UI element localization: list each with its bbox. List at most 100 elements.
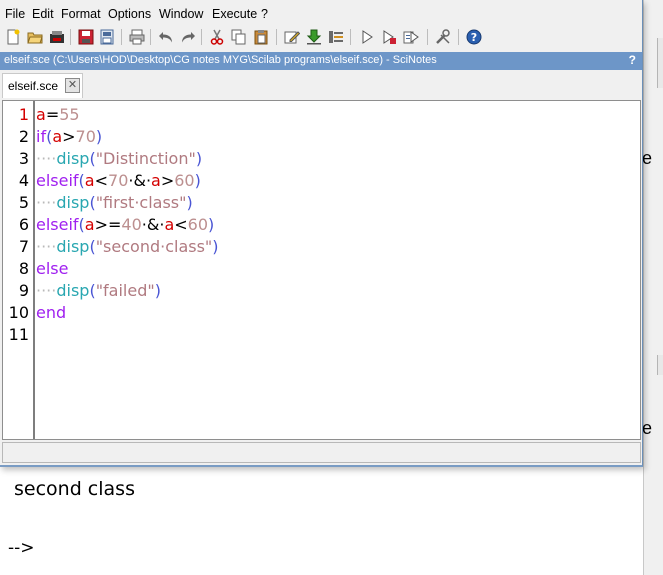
scinotes-window: File Edit Format Options Window Execute …	[0, 0, 643, 467]
code-token: 60	[187, 215, 209, 234]
window-title: elseif.sce (C:\Users\HOD\Desktop\CG note…	[4, 54, 437, 66]
code-token: )	[208, 215, 215, 234]
menu-bar: File Edit Format Options Window Execute …	[0, 5, 642, 25]
code-token: ·&·	[128, 171, 152, 190]
code-token: disp	[56, 281, 90, 300]
menu-execute[interactable]: Execute	[212, 7, 257, 21]
settings-icon[interactable]	[434, 28, 452, 46]
code-token: a	[36, 105, 46, 124]
code-token: 40	[121, 215, 142, 234]
new-file-icon[interactable]	[4, 28, 22, 46]
code-token: "first·class"	[95, 193, 187, 212]
code-token: disp	[56, 237, 90, 256]
code-line: if(a>70)	[36, 127, 102, 146]
execute-file-icon[interactable]	[380, 28, 398, 46]
toolbar-separator	[350, 29, 351, 45]
execute-until-icon[interactable]	[402, 28, 420, 46]
code-line: elseif(a<70·&·a>60)	[36, 171, 201, 190]
code-token: else	[36, 259, 69, 278]
cut-icon[interactable]	[208, 28, 226, 46]
save-as-icon[interactable]	[99, 28, 117, 46]
code-token: )	[212, 237, 219, 256]
indent-icon[interactable]	[327, 28, 345, 46]
code-token: ····	[36, 193, 57, 212]
tab-close-icon[interactable]: ✕	[65, 78, 80, 93]
code-token: a	[151, 171, 161, 190]
line-number: 2	[18, 127, 29, 146]
line-number: 9	[18, 281, 29, 300]
code-token: ·&·	[141, 215, 165, 234]
console-output-line: second class	[14, 478, 135, 500]
menu-edit[interactable]: Edit	[32, 7, 54, 21]
code-token: disp	[56, 149, 90, 168]
toolbar-separator	[458, 29, 459, 45]
code-token: "Distinction"	[95, 149, 196, 168]
menu-window[interactable]: Window	[159, 7, 203, 21]
paste-icon[interactable]	[252, 28, 270, 46]
line-number: 6	[18, 215, 29, 234]
code-line: end	[36, 303, 66, 322]
line-number: 7	[18, 237, 29, 256]
code-token: <	[174, 215, 188, 234]
console-partial-text: e	[642, 418, 653, 438]
window-titlebar[interactable]: elseif.sce (C:\Users\HOD\Desktop\CG note…	[0, 52, 642, 70]
menu-format[interactable]: Format	[61, 7, 101, 21]
line-number: 3	[18, 149, 29, 168]
code-token: >	[160, 171, 175, 190]
code-token: elseif	[36, 171, 79, 190]
code-line: ····disp("failed")	[36, 281, 161, 300]
toolbar-separator	[150, 29, 151, 45]
open-recent-icon[interactable]	[48, 28, 66, 46]
code-token: )	[154, 281, 161, 300]
console-prompt[interactable]: -->	[8, 538, 35, 558]
line-number: 4	[18, 171, 29, 190]
tab-elseif-sce[interactable]: elseif.sce ✕	[2, 73, 83, 98]
code-token: 55	[59, 105, 80, 124]
code-token: disp	[56, 193, 90, 212]
help-icon[interactable]: ?	[465, 28, 483, 46]
print-icon[interactable]	[128, 28, 146, 46]
code-token: <	[94, 171, 109, 190]
redo-icon[interactable]	[179, 28, 197, 46]
line-number: 5	[18, 193, 29, 212]
code-token: 70	[108, 171, 129, 190]
code-token: ····	[36, 281, 57, 300]
code-token: elseif	[36, 215, 79, 234]
code-token: >	[62, 127, 76, 146]
menu-file[interactable]: File	[5, 7, 25, 21]
svg-text:?: ?	[471, 31, 477, 44]
menu-options[interactable]: Options	[108, 7, 151, 21]
copy-icon[interactable]	[230, 28, 248, 46]
code-token: )	[95, 127, 103, 146]
line-number-gutter: 1 2 3 4 5 6 7 8 9 10 11	[3, 101, 35, 439]
toolbar-separator	[201, 29, 202, 45]
code-line: ····disp("first·class")	[36, 193, 193, 212]
line-number: 10	[8, 303, 29, 322]
code-token: a	[164, 215, 175, 234]
toolbar-separator	[121, 29, 122, 45]
code-token: ····	[36, 237, 57, 256]
code-line: elseif(a>=40·&·a<60)	[36, 215, 214, 234]
code-line: else	[36, 259, 68, 278]
code-editor[interactable]: 1 2 3 4 5 6 7 8 9 10 11 a=55 if(a>70) ··…	[2, 100, 641, 440]
menu-help[interactable]: ?	[261, 7, 268, 21]
save-icon[interactable]	[77, 28, 95, 46]
code-token: )	[186, 193, 193, 212]
code-token: )	[195, 149, 203, 168]
line-number: 11	[8, 325, 29, 344]
execute-icon[interactable]	[358, 28, 376, 46]
titlebar-help-button[interactable]: ?	[629, 53, 636, 67]
code-line: a=55	[36, 105, 80, 124]
code-line: ····disp("Distinction")	[36, 149, 202, 168]
code-token: a	[84, 171, 95, 190]
console-scrollbar-thumb[interactable]	[657, 355, 663, 375]
download-icon[interactable]	[305, 28, 323, 46]
comment-icon[interactable]	[283, 28, 301, 46]
toolbar-separator	[427, 29, 428, 45]
console-scrollbar[interactable]	[657, 38, 663, 88]
line-number: 1	[18, 105, 29, 124]
code-line: ····disp("second·class")	[36, 237, 219, 256]
undo-icon[interactable]	[157, 28, 175, 46]
line-number: 8	[18, 259, 29, 278]
open-folder-icon[interactable]	[26, 28, 44, 46]
